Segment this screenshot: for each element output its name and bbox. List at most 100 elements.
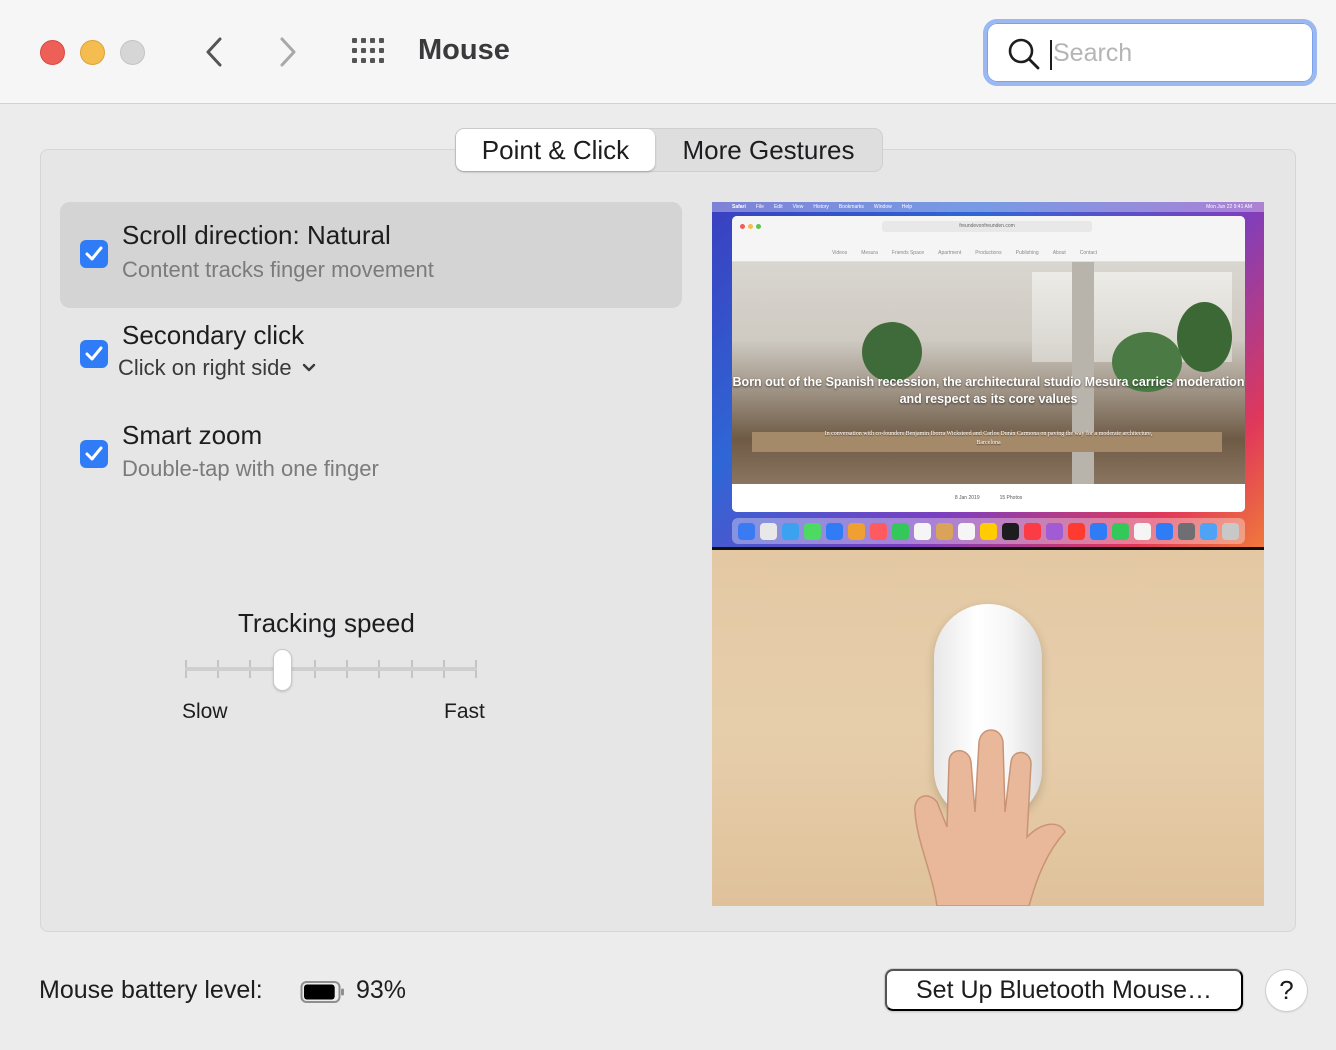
preview-article-footer: 8 Jan 2019 15 Photos	[732, 484, 1245, 512]
preview-site-nav-item: About	[1052, 250, 1066, 256]
zoom-button	[120, 40, 145, 65]
preview-menu-item: Bookmarks	[838, 204, 864, 210]
preview-dock-icon	[738, 522, 755, 540]
smart-zoom-checkbox[interactable]	[80, 440, 108, 468]
tab-more-gestures[interactable]: More Gestures	[655, 129, 882, 171]
option-smart-zoom[interactable]: Smart zoom Double-tap with one finger	[60, 412, 682, 502]
preview-dock-icon	[1200, 522, 1217, 540]
tracking-speed-slider[interactable]	[185, 650, 477, 690]
back-chevron-icon	[206, 37, 222, 67]
preview-dock-icon	[870, 522, 887, 540]
option-subtitle: Content tracks finger movement	[122, 257, 434, 282]
preview-desktop: Safari File Edit View History Bookmarks Window…	[712, 202, 1264, 549]
preview-dock-icon	[1046, 522, 1063, 540]
preview-dock-icon	[1178, 522, 1195, 540]
preview-headline: Born out of the Spanish recession, the a…	[732, 375, 1245, 406]
preview-dock	[732, 518, 1245, 544]
preview-dock-icon	[1068, 522, 1085, 540]
preview-dock-icon	[804, 522, 821, 540]
preview-site-nav-item: Videos	[832, 250, 848, 256]
preview-office-photo: Born out of the Spanish recession, the a…	[732, 262, 1245, 484]
chevron-down-icon	[302, 363, 315, 372]
preview-menu-item: Edit	[773, 204, 783, 210]
preview-dock-icon	[958, 522, 975, 540]
battery-percent: 93%	[356, 976, 407, 1004]
preview-dock-icon	[826, 522, 843, 540]
preview-dock-icon	[1090, 522, 1107, 540]
preview-hand	[914, 729, 1066, 906]
preview-menu-item: Safari	[732, 204, 746, 210]
tab-bar: Point & Click More Gestures	[455, 128, 883, 172]
preview-dock-icon	[914, 522, 931, 540]
preview-dock-icon	[1156, 522, 1173, 540]
slider-max-label: Fast	[444, 700, 485, 723]
text-caret	[1050, 40, 1052, 70]
popup-value: Click on right side	[118, 355, 292, 380]
preview-dock-icon	[1002, 522, 1019, 540]
help-button[interactable]: ?	[1266, 970, 1307, 1011]
secondary-click-checkbox[interactable]	[80, 340, 108, 368]
preview-dock-icon	[1024, 522, 1041, 540]
preview-url-bar: freundevonfreunden.com	[882, 221, 1092, 232]
preview-photos-count: 15 Photos	[999, 495, 1023, 501]
title-bar: Mouse	[0, 0, 1336, 104]
preview-dock-icon	[782, 522, 799, 540]
search-icon	[1008, 38, 1040, 70]
option-title: Scroll direction: Natural	[122, 220, 391, 250]
tracking-speed-label: Tracking speed	[238, 608, 415, 638]
minimize-button[interactable]	[80, 40, 105, 65]
set-up-bluetooth-mouse-button[interactable]: Set Up Bluetooth Mouse…	[885, 969, 1243, 1011]
slider-min-label: Slow	[182, 700, 228, 723]
checkmark-icon	[85, 346, 103, 361]
secondary-click-popup[interactable]: Click on right side	[118, 355, 316, 381]
preview-dock-icon	[892, 522, 909, 540]
preview-site-nav-item: Publishing	[1015, 250, 1039, 256]
preview-menubar: Safari File Edit View History Bookmarks Window…	[712, 202, 1264, 212]
preview-menu-item: Help	[901, 204, 913, 210]
preview-site-nav-item: Mesura	[861, 250, 878, 256]
preview-site-nav-item: Contact	[1079, 250, 1098, 256]
preview-dock-icon	[848, 522, 865, 540]
preview-dock-icon	[1112, 522, 1129, 540]
preview-date: 8 Jan 2019	[954, 495, 980, 501]
preview-menu-item: Window	[873, 204, 892, 210]
tab-point-and-click[interactable]: Point & Click	[456, 129, 655, 171]
gesture-preview-video: Safari File Edit View History Bookmarks Window…	[712, 202, 1264, 906]
preview-browser-window: freundevonfreunden.com Videos Mesura Frien…	[732, 216, 1245, 512]
option-secondary-click[interactable]: Secondary click Click on right side	[60, 312, 682, 402]
option-subtitle: Double-tap with one finger	[122, 456, 379, 481]
preview-site-nav-item: Apartment	[938, 250, 962, 256]
preview-url: freundevonfreunden.com	[959, 223, 1015, 229]
preview-browser-toolbar: freundevonfreunden.com Videos Mesura Frien…	[732, 216, 1245, 262]
preview-site-nav-item: Productions	[975, 250, 1002, 256]
scroll-direction-checkbox[interactable]	[80, 240, 108, 268]
forward-button[interactable]	[268, 32, 308, 72]
option-title: Smart zoom	[122, 420, 263, 450]
preview-subheadline: In conversation with co-founders Benjami…	[824, 431, 1153, 446]
preview-dock-icon	[760, 522, 777, 540]
preview-dock-icon	[980, 522, 997, 540]
search-field[interactable]	[983, 19, 1317, 86]
preview-dock-icon	[1222, 522, 1239, 540]
slider-thumb[interactable]	[273, 650, 291, 690]
back-button[interactable]	[194, 32, 234, 72]
close-button[interactable]	[40, 40, 65, 65]
checkmark-icon	[85, 446, 103, 461]
preview-menu-item: View	[792, 204, 804, 210]
option-scroll-direction[interactable]: Scroll direction: Natural Content tracks…	[60, 202, 682, 308]
checkmark-icon	[85, 246, 103, 261]
preview-menu-item: History	[813, 204, 829, 210]
preview-site-nav: Videos Mesura Friends Space Apartment Produc…	[832, 250, 1097, 256]
search-input[interactable]	[1053, 35, 1293, 71]
window-title: Mouse	[418, 34, 510, 66]
slider-track	[185, 667, 477, 671]
preview-site-nav-item: Friends Space	[891, 250, 925, 256]
battery-level-label: Mouse battery level:	[39, 976, 263, 1004]
preview-dock-icon	[936, 522, 953, 540]
preview-menu-item: File	[755, 204, 764, 210]
show-all-grid-icon	[352, 38, 384, 63]
preview-dock-icon	[1134, 522, 1151, 540]
option-title: Secondary click	[122, 320, 305, 350]
show-all-button[interactable]	[350, 36, 390, 68]
battery-icon	[300, 981, 344, 1003]
